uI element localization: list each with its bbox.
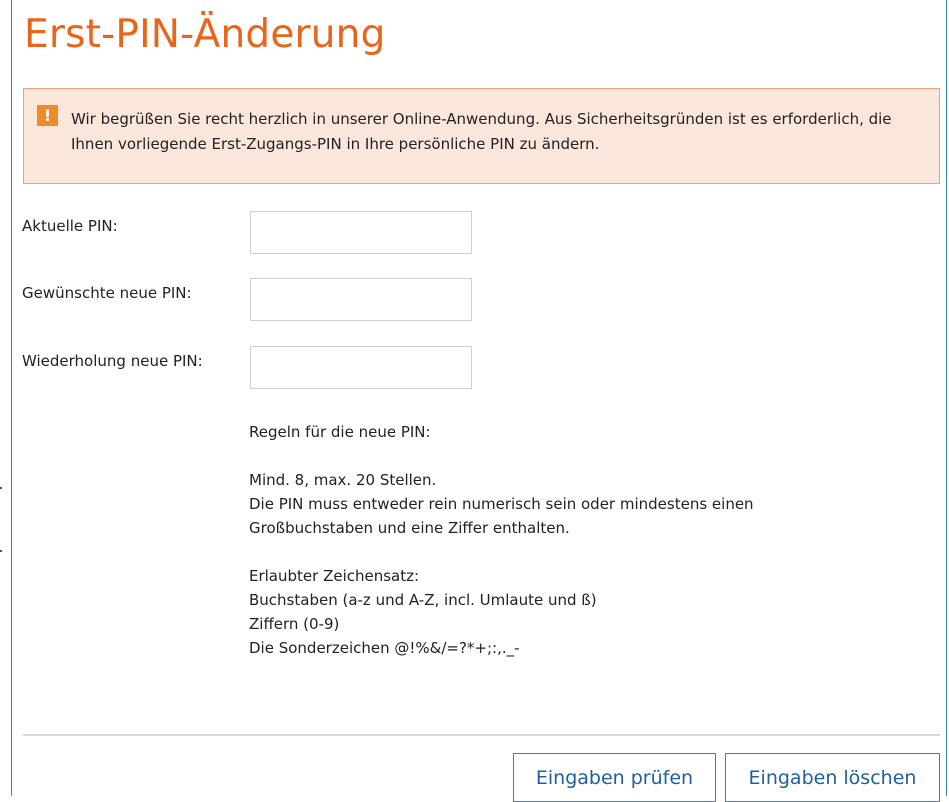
current-pin-label: Aktuelle PIN: [22,217,118,235]
page-title: Erst-PIN-Änderung [24,12,386,57]
exclamation-icon: ! [37,105,58,126]
rules-heading: Regeln für die neue PIN: [249,423,431,441]
clear-input-button[interactable]: Eingaben löschen [725,753,940,802]
charset-heading: Erlaubter Zeichensatz: [249,567,420,585]
charset-special: Die Sonderzeichen @!%&/=?*+;:,._- [249,639,520,657]
repeat-pin-label: Wiederholung neue PIN: [22,352,203,370]
info-alert: ! Wir begrüßen Sie recht herzlich in uns… [23,88,940,184]
new-pin-label: Gewünschte neue PIN: [22,284,192,302]
rules-spacer [249,444,929,468]
rules-composition-line-1: Die PIN muss entweder rein numerisch sei… [249,495,754,513]
charset-letters: Buchstaben (a-z und A-Z, incl. Umlaute u… [249,591,597,609]
rules-length: Mind. 8, max. 20 Stellen. [249,471,437,489]
charset-digits: Ziffern (0-9) [249,615,340,633]
edge-mark [0,487,2,489]
new-pin-input[interactable] [250,278,472,321]
divider [23,734,940,736]
rules-spacer [249,540,929,564]
pin-rules: Regeln für die neue PIN: Mind. 8, max. 2… [249,420,929,660]
repeat-pin-input[interactable] [250,346,472,389]
pin-change-panel: Erst-PIN-Änderung ! Wir begrüßen Sie rec… [11,0,947,802]
rules-composition-line-2: Großbuchstaben und eine Ziffer enthalten… [249,519,570,537]
current-pin-input[interactable] [250,211,472,254]
alert-message: Wir begrüßen Sie recht herzlich in unser… [71,110,892,153]
check-input-button[interactable]: Eingaben prüfen [513,753,716,802]
edge-mark [0,550,2,552]
